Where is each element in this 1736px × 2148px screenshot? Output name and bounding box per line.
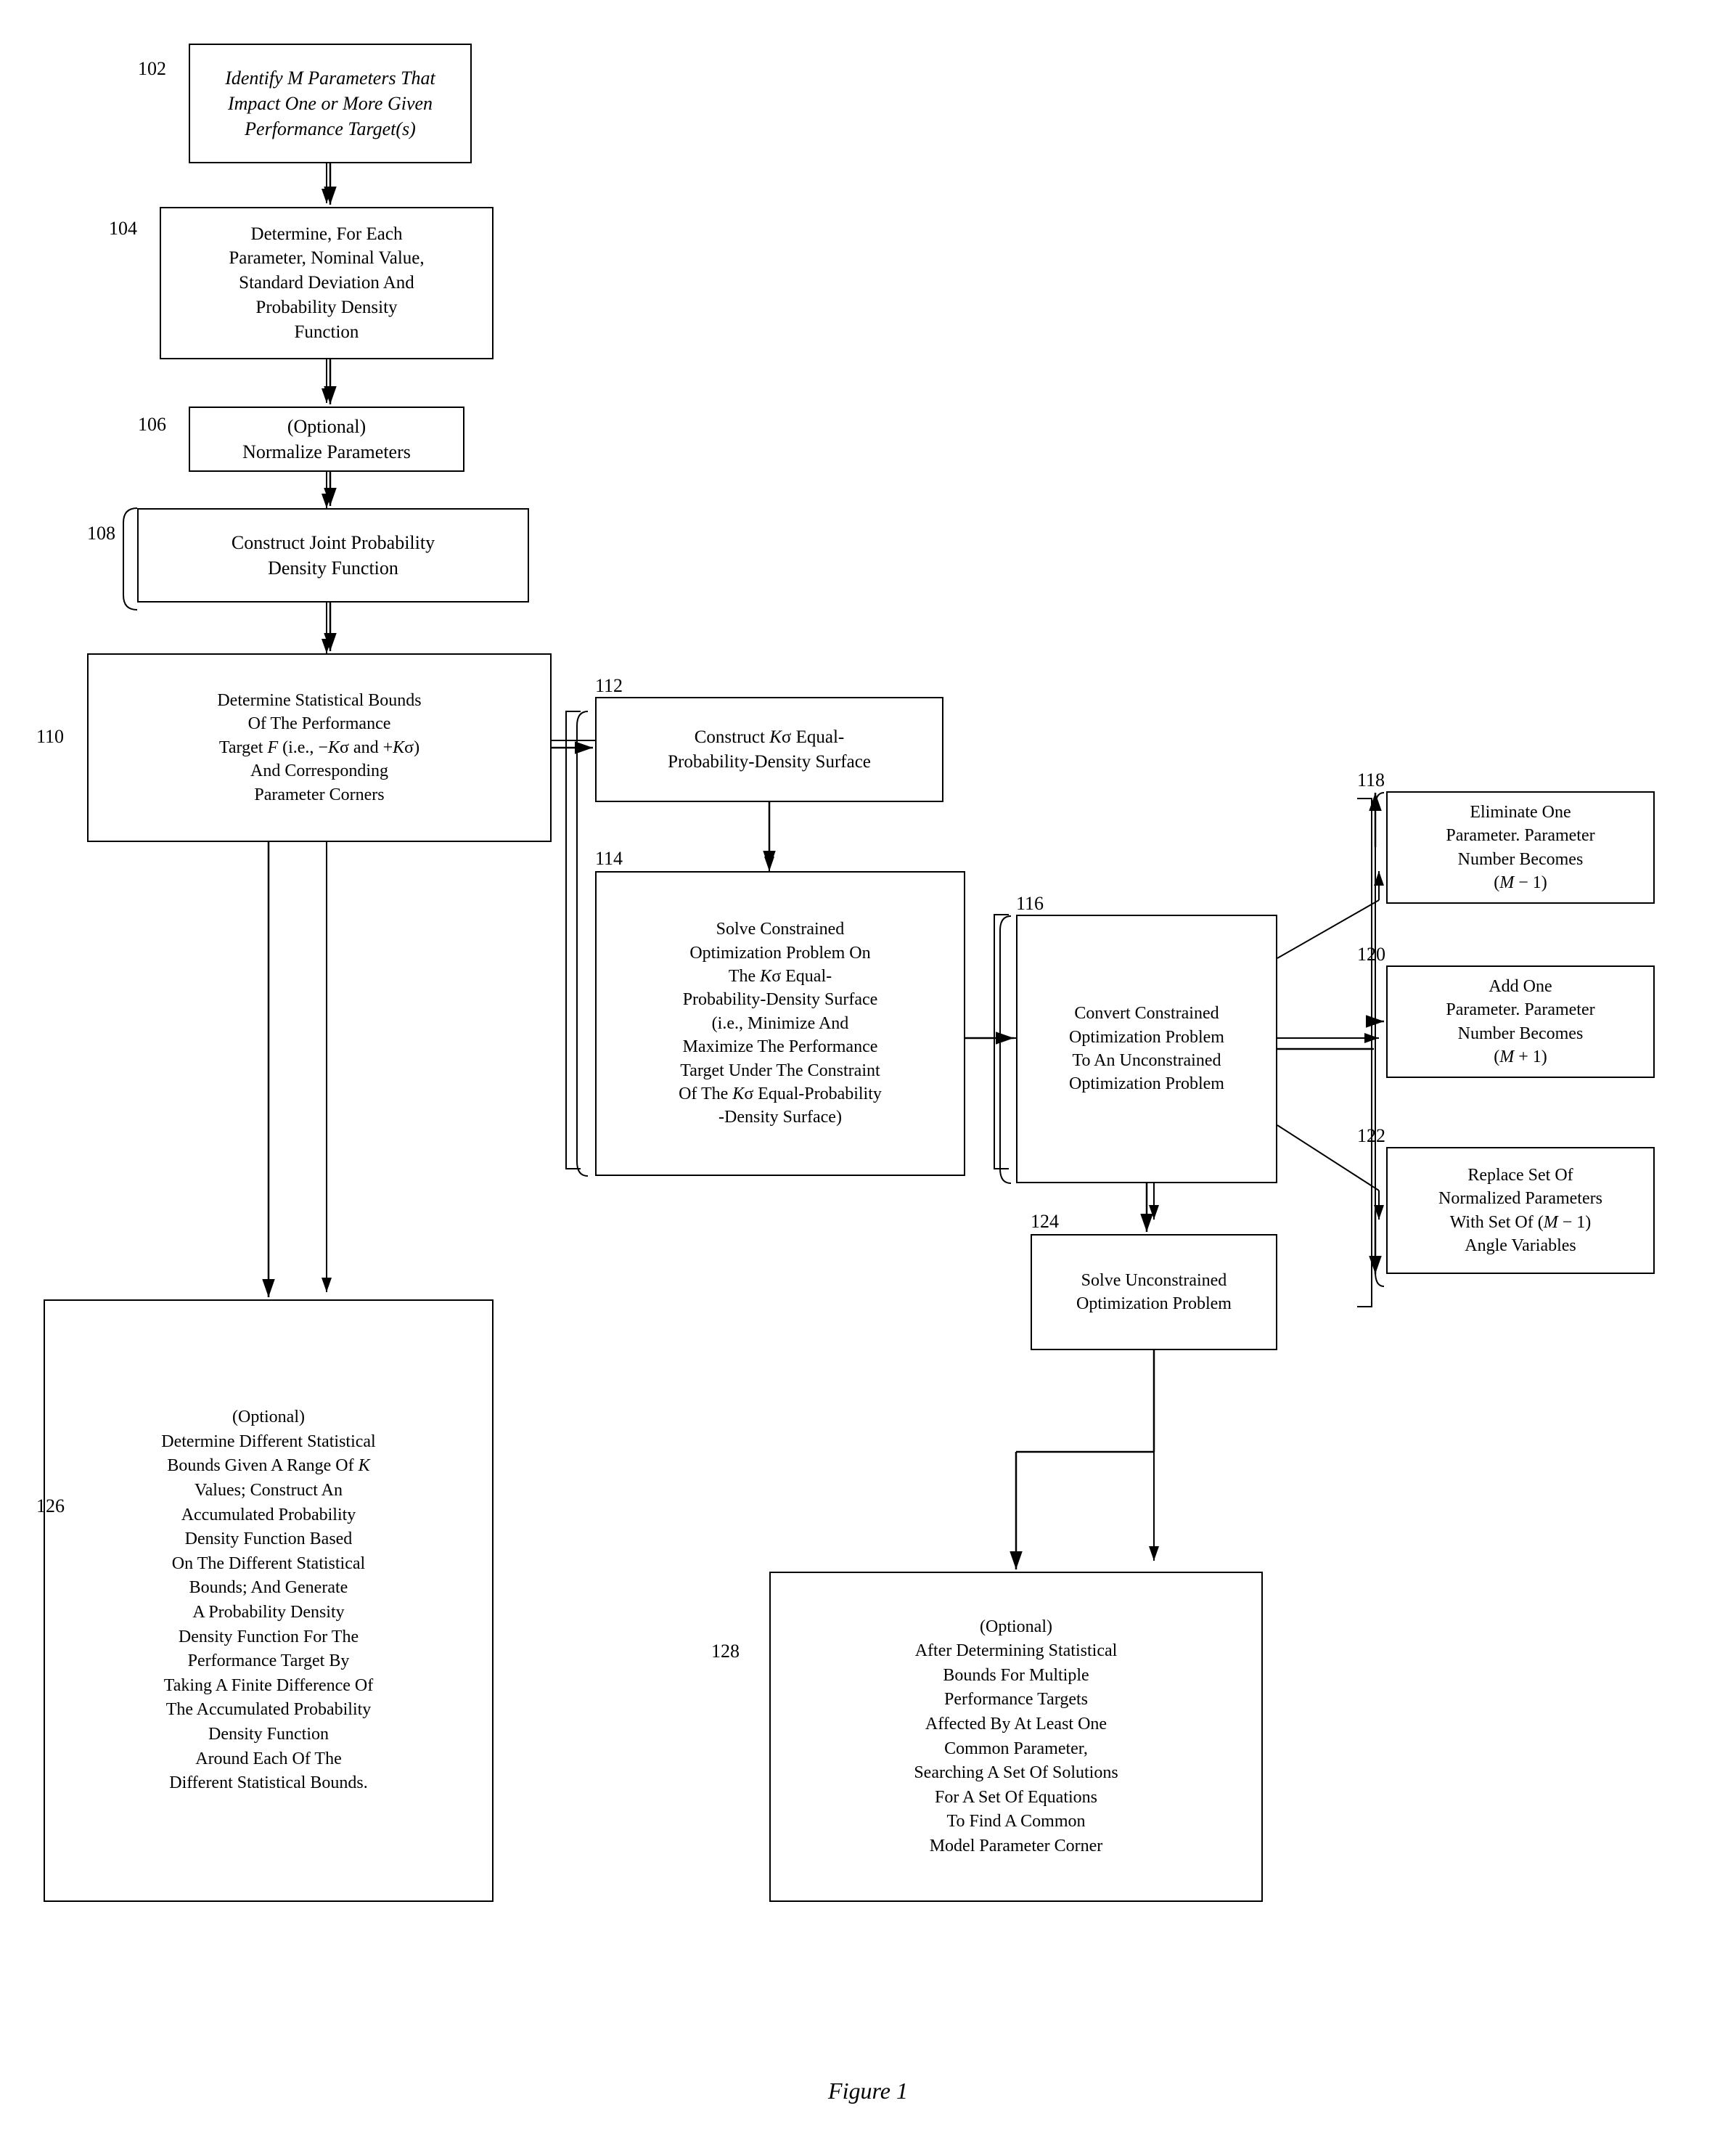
box-118: Eliminate OneParameter. ParameterNumber …: [1386, 791, 1655, 904]
box-122: Replace Set OfNormalized ParametersWith …: [1386, 1147, 1655, 1274]
box-108-text: Construct Joint ProbabilityDensity Funct…: [232, 530, 435, 581]
box-102: Identify M Parameters That Impact One or…: [189, 44, 472, 163]
label-118: 118: [1357, 769, 1385, 791]
figure-caption: Figure 1: [0, 2078, 1736, 2104]
label-108: 108: [87, 523, 115, 544]
box-106-text: (Optional)Normalize Parameters: [242, 414, 411, 465]
box-126-text: (Optional)Determine Different Statistica…: [161, 1405, 375, 1796]
label-116: 116: [1016, 893, 1044, 915]
label-106: 106: [138, 414, 166, 436]
box-124: Solve UnconstrainedOptimization Problem: [1031, 1234, 1277, 1350]
box-112-text: Construct Kσ Equal-Probability-Density S…: [668, 725, 871, 775]
diagram-container: Identify M Parameters That Impact One or…: [0, 0, 1736, 2148]
box-122-text: Replace Set OfNormalized ParametersWith …: [1438, 1164, 1602, 1258]
box-124-text: Solve UnconstrainedOptimization Problem: [1076, 1269, 1232, 1316]
label-104: 104: [109, 218, 137, 240]
label-120: 120: [1357, 944, 1385, 965]
label-128: 128: [711, 1641, 740, 1662]
box-120: Add OneParameter. ParameterNumber Become…: [1386, 965, 1655, 1078]
box-116-text: Convert ConstrainedOptimization ProblemT…: [1069, 1002, 1224, 1096]
box-110: Determine Statistical BoundsOf The Perfo…: [87, 653, 552, 842]
box-104: Determine, For EachParameter, Nominal Va…: [160, 207, 494, 359]
label-102: 102: [138, 58, 166, 80]
box-120-text: Add OneParameter. ParameterNumber Become…: [1446, 975, 1594, 1069]
label-122: 122: [1357, 1125, 1385, 1147]
box-118-text: Eliminate OneParameter. ParameterNumber …: [1446, 801, 1594, 895]
box-112: Construct Kσ Equal-Probability-Density S…: [595, 697, 943, 802]
label-114: 114: [595, 848, 623, 870]
box-126: (Optional)Determine Different Statistica…: [44, 1299, 494, 1902]
box-128-text: (Optional)After Determining StatisticalB…: [914, 1615, 1118, 1859]
label-112: 112: [595, 675, 623, 697]
label-110: 110: [36, 726, 64, 748]
box-104-text: Determine, For EachParameter, Nominal Va…: [229, 222, 424, 345]
label-124: 124: [1031, 1211, 1059, 1233]
box-110-text: Determine Statistical BoundsOf The Perfo…: [217, 689, 421, 806]
box-116: Convert ConstrainedOptimization ProblemT…: [1016, 915, 1277, 1183]
box-106: (Optional)Normalize Parameters: [189, 407, 464, 472]
box-114: Solve ConstrainedOptimization Problem On…: [595, 871, 965, 1176]
box-114-text: Solve ConstrainedOptimization Problem On…: [679, 918, 882, 1130]
label-126: 126: [36, 1495, 65, 1517]
box-128: (Optional)After Determining StatisticalB…: [769, 1572, 1263, 1902]
box-102-text: Identify M Parameters That Impact One or…: [202, 65, 459, 142]
box-108: Construct Joint ProbabilityDensity Funct…: [137, 508, 529, 603]
